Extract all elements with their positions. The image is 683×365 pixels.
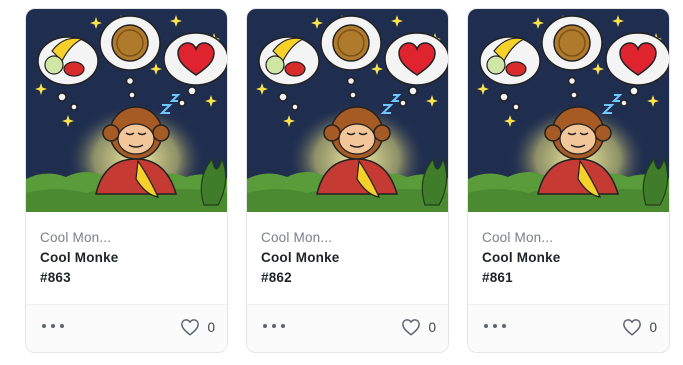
card-info: Cool Mon... Cool Monke #861 xyxy=(468,212,669,304)
more-dots-icon xyxy=(263,324,267,328)
nft-card-grid: Cool Mon... Cool Monke #863 0 Cool Mon..… xyxy=(0,0,683,365)
nft-card[interactable]: Cool Mon... Cool Monke #862 0 xyxy=(246,8,449,353)
item-name[interactable]: Cool Monke xyxy=(482,250,561,265)
like-count: 0 xyxy=(428,319,436,335)
collection-name[interactable]: Cool Mon... xyxy=(482,230,553,245)
like-button[interactable]: 0 xyxy=(622,316,657,338)
collection-name[interactable]: Cool Mon... xyxy=(261,230,332,245)
more-options-button[interactable] xyxy=(263,320,285,332)
like-button[interactable]: 0 xyxy=(180,316,215,338)
more-dots-icon xyxy=(42,324,46,328)
card-footer: 0 xyxy=(26,304,227,352)
heart-outline-icon xyxy=(402,319,421,336)
nft-artwork[interactable] xyxy=(468,9,670,212)
nft-card[interactable]: Cool Mon... Cool Monke #863 0 xyxy=(25,8,228,353)
nft-artwork[interactable] xyxy=(247,9,449,212)
collection-name[interactable]: Cool Mon... xyxy=(40,230,111,245)
like-count: 0 xyxy=(649,319,657,335)
nft-card[interactable]: Cool Mon... Cool Monke #861 0 xyxy=(467,8,670,353)
nft-artwork[interactable] xyxy=(26,9,228,212)
item-number: #862 xyxy=(261,270,292,285)
more-options-button[interactable] xyxy=(484,320,506,332)
card-info: Cool Mon... Cool Monke #863 xyxy=(26,212,227,304)
item-name[interactable]: Cool Monke xyxy=(261,250,340,265)
like-count: 0 xyxy=(207,319,215,335)
card-info: Cool Mon... Cool Monke #862 xyxy=(247,212,448,304)
like-button[interactable]: 0 xyxy=(401,316,436,338)
item-number: #863 xyxy=(40,270,71,285)
heart-outline-icon xyxy=(623,319,642,336)
card-footer: 0 xyxy=(247,304,448,352)
heart-outline-icon xyxy=(181,319,200,336)
item-name[interactable]: Cool Monke xyxy=(40,250,119,265)
more-options-button[interactable] xyxy=(42,320,64,332)
more-dots-icon xyxy=(484,324,488,328)
card-footer: 0 xyxy=(468,304,669,352)
item-number: #861 xyxy=(482,270,513,285)
